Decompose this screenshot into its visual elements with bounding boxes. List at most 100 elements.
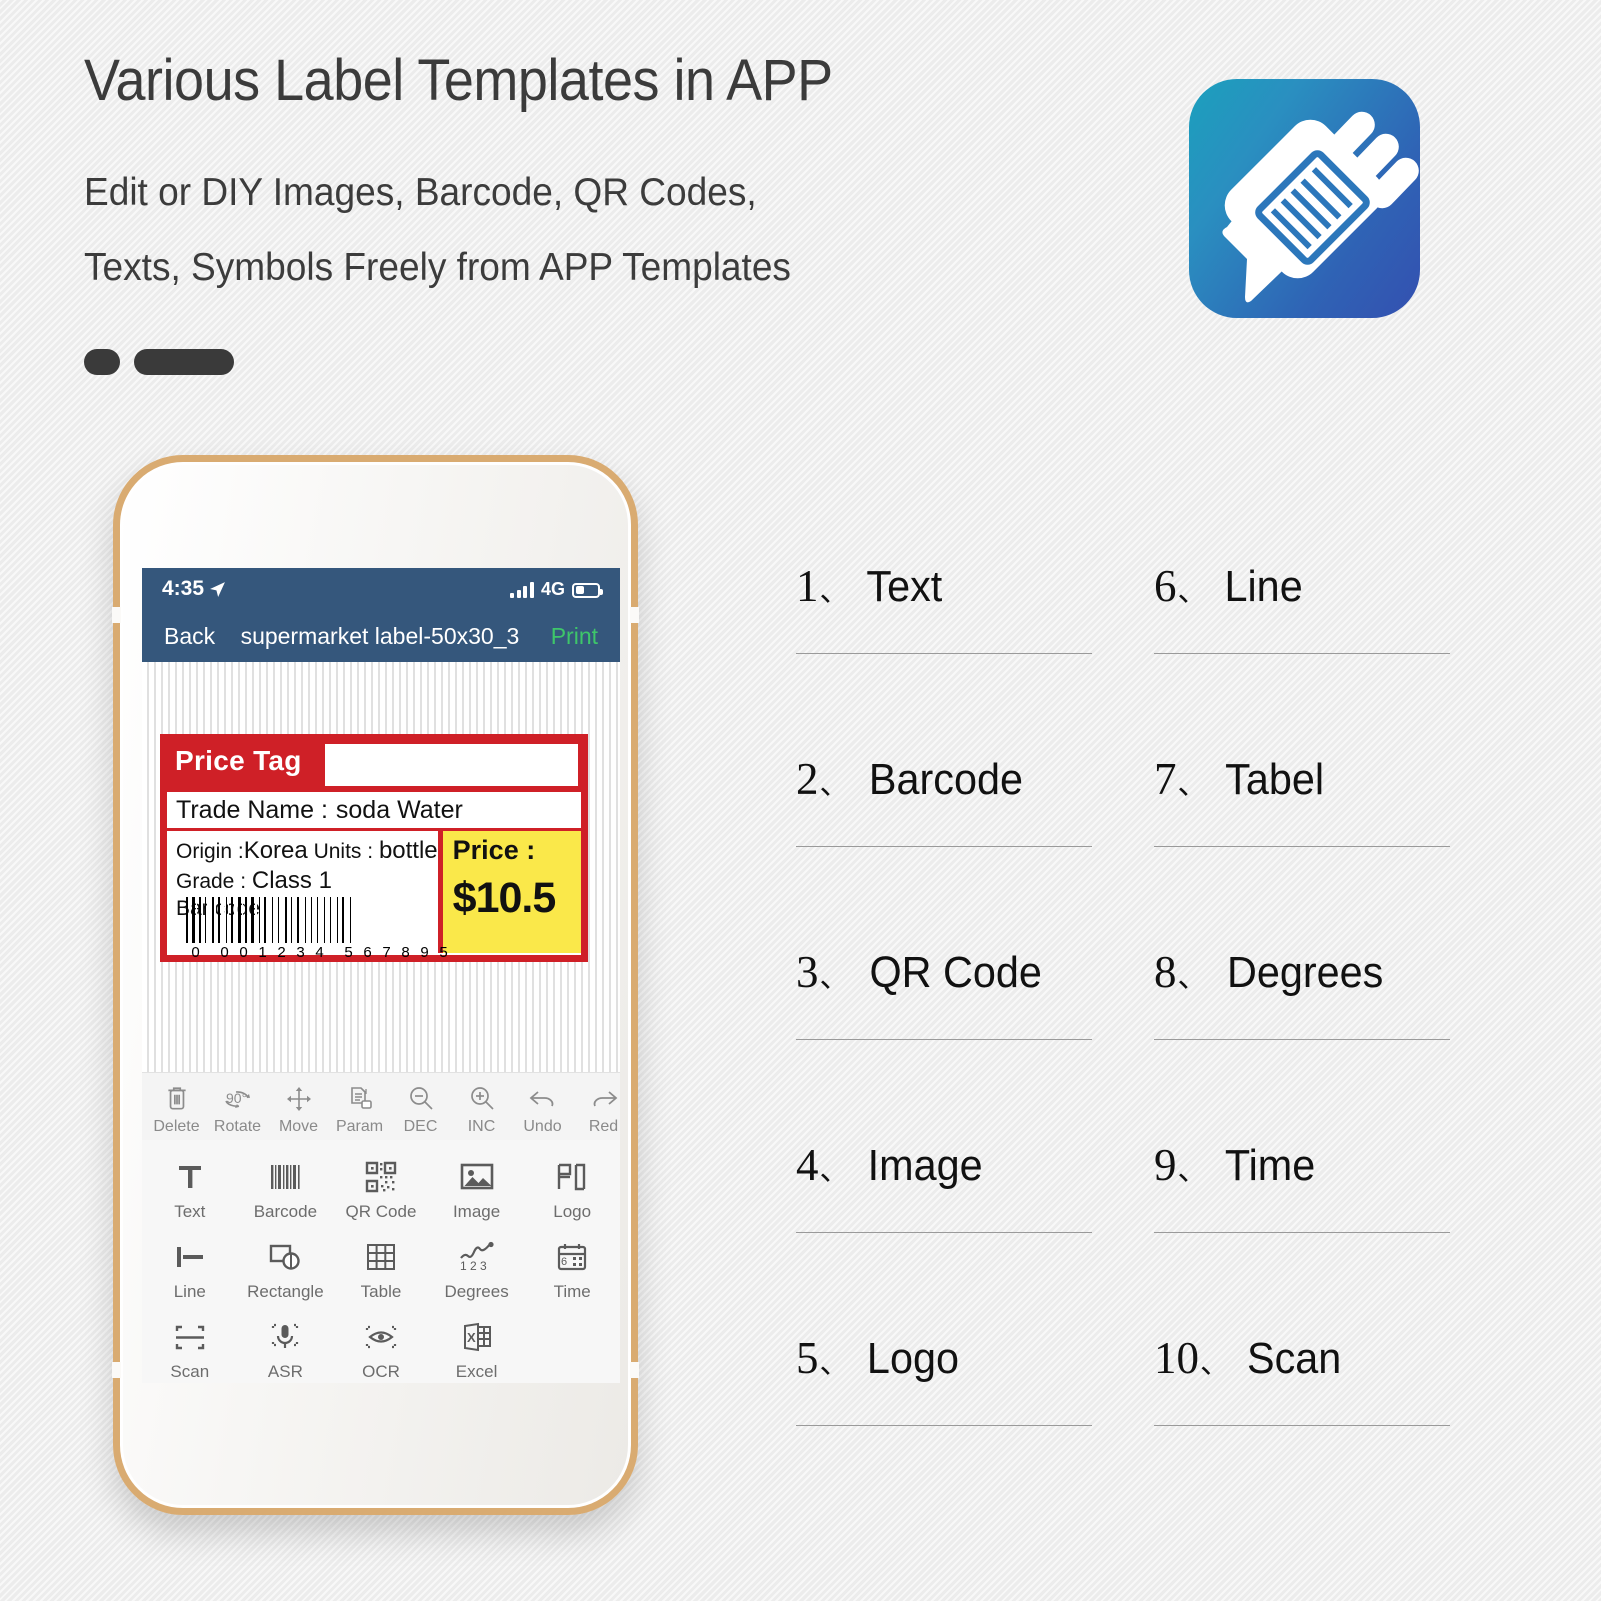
- label-grade-line: Grade : Class 1: [176, 866, 438, 896]
- pagination-dot-small[interactable]: [84, 349, 120, 375]
- label-price-box: Price : $10.5: [437, 831, 581, 953]
- tool-logo[interactable]: Logo: [524, 1150, 620, 1230]
- toolbar-item-inc[interactable]: INC: [451, 1081, 512, 1136]
- toolbar-label: Undo: [523, 1118, 562, 1135]
- back-button[interactable]: Back: [164, 623, 215, 650]
- phone-mockup: 4:35 4G Back supermarket label-50x30_3 P…: [112, 455, 639, 1515]
- feature-label: Line: [1223, 562, 1303, 611]
- feature-number: 1: [796, 561, 819, 611]
- trash-icon: [146, 1081, 207, 1117]
- feature-number: 4: [796, 1140, 819, 1190]
- label-preview[interactable]: Price Tag Trade Name : soda Water Origin…: [160, 734, 588, 962]
- grade-key: Grade :: [176, 870, 247, 894]
- tool-ocr[interactable]: OCR: [333, 1310, 429, 1383]
- tool-rectangle[interactable]: Rectangle: [238, 1230, 334, 1310]
- degrees-123-icon: 1 2 3: [429, 1236, 525, 1278]
- status-bar: 4:35 4G: [142, 568, 620, 610]
- tool-label: Text: [174, 1202, 206, 1221]
- feature-divider: [796, 1425, 1092, 1426]
- feature-list-item: 10、 Scan: [1146, 1312, 1450, 1505]
- microphone-icon: [238, 1316, 334, 1358]
- toolbar-item-redo[interactable]: Red: [573, 1081, 620, 1136]
- toolbar-item-rotate[interactable]: 90° Rotate: [207, 1081, 268, 1136]
- tool-qr-code[interactable]: QR Code: [333, 1150, 429, 1230]
- feature-divider: [1154, 846, 1450, 847]
- feature-number: 2: [796, 754, 819, 804]
- feature-number: 7: [1154, 754, 1177, 804]
- line-icon: [142, 1236, 238, 1278]
- print-button[interactable]: Print: [551, 623, 598, 650]
- feature-separator: 、: [819, 961, 850, 994]
- text-t-icon: [142, 1156, 238, 1198]
- feature-separator: 、: [819, 768, 850, 801]
- tool-table[interactable]: Table: [333, 1230, 429, 1310]
- tool-line[interactable]: Line: [142, 1230, 238, 1310]
- toolbar-label: Delete: [153, 1118, 200, 1135]
- svg-text:X: X: [467, 1330, 476, 1345]
- trade-name-key: Trade Name :: [176, 795, 328, 824]
- toolbar-item-delete[interactable]: Delete: [146, 1081, 207, 1136]
- toolbar-item-move[interactable]: Move: [268, 1081, 329, 1136]
- location-arrow-icon: [210, 581, 225, 597]
- tool-time[interactable]: 6 Time: [524, 1230, 620, 1310]
- tool-scan[interactable]: Scan: [142, 1310, 238, 1383]
- feature-label: Time: [1224, 1141, 1315, 1190]
- tool-barcode[interactable]: Barcode: [238, 1150, 334, 1230]
- tool-excel[interactable]: X Excel: [429, 1310, 525, 1383]
- zoom-in-icon: [451, 1081, 512, 1117]
- feature-divider: [1154, 1232, 1450, 1233]
- tool-label: Line: [173, 1282, 206, 1301]
- pagination-dots[interactable]: [84, 349, 234, 375]
- tool-image[interactable]: Image: [429, 1150, 525, 1230]
- units-key: Units :: [313, 840, 374, 863]
- label-header-row: Price Tag: [167, 741, 581, 789]
- edit-action-toolbar: Delete 90° Rotate Move Param DEC INC Und…: [142, 1072, 620, 1140]
- feature-number: 10: [1154, 1333, 1199, 1383]
- label-trade-name-row: Trade Name : soda Water: [167, 789, 581, 831]
- tool-text[interactable]: Text: [142, 1150, 238, 1230]
- toolbar-label: Move: [278, 1118, 319, 1135]
- pagination-dot-active[interactable]: [134, 349, 234, 375]
- hero-subtitle-line-1: Edit or DIY Images, Barcode, QR Codes,: [84, 171, 757, 214]
- tool-grid-row: Text Barcode QR Code Image Logo: [142, 1150, 620, 1230]
- hero-subtitle: Edit or DIY Images, Barcode, QR Codes, T…: [84, 156, 1129, 306]
- feature-list-item: 8、 Degrees: [1146, 926, 1450, 1119]
- feature-text-row: 4、 Image: [788, 1119, 1090, 1191]
- toolbar-item-dec[interactable]: DEC: [390, 1081, 451, 1136]
- label-origin-units-line: Origin :Korea Units : bottle: [176, 836, 438, 866]
- insert-tool-grid: Text Barcode QR Code Image Logo Line Rec…: [142, 1140, 620, 1383]
- svg-text:1 2 3: 1 2 3: [460, 1259, 487, 1273]
- feature-separator: 、: [1177, 768, 1208, 801]
- label-header-blank-field[interactable]: [325, 744, 578, 786]
- feature-list-item: 4、 Image: [788, 1119, 1092, 1312]
- tool-label: Time: [553, 1282, 591, 1301]
- redo-arrow-icon: [573, 1081, 620, 1117]
- app-nav-bar: Back supermarket label-50x30_3 Print: [142, 610, 620, 662]
- toolbar-item-param[interactable]: Param: [329, 1081, 390, 1136]
- tool-label: Scan: [170, 1362, 210, 1381]
- feature-list-item: 1、 Text: [788, 540, 1092, 733]
- feature-divider: [796, 1039, 1092, 1040]
- phone-screen: 4:35 4G Back supermarket label-50x30_3 P…: [142, 568, 620, 1383]
- barcode-digits: 0 001234 567895: [191, 944, 448, 961]
- barcode-icon: [238, 1156, 334, 1198]
- hero-block: Various Label Templates in APP Edit or D…: [84, 52, 1184, 306]
- toolbar-item-undo[interactable]: Undo: [512, 1081, 573, 1136]
- zoom-out-icon: [390, 1081, 451, 1117]
- label-barcode[interactable]: 0 001234 567895: [186, 897, 453, 961]
- tool-asr[interactable]: ASR: [238, 1310, 334, 1383]
- tool-grid-row: Line Rectangle Table 1 2 3 Degrees 6 Tim…: [142, 1230, 620, 1310]
- label-details: Origin :Korea Units : bottle Grade : Cla…: [167, 831, 448, 961]
- toolbar-label: Param: [335, 1118, 384, 1135]
- feature-label: Image: [867, 1141, 983, 1190]
- image-picture-icon: [429, 1156, 525, 1198]
- scan-frame-icon: [142, 1316, 238, 1358]
- feature-divider: [1154, 1039, 1450, 1040]
- nav-title: supermarket label-50x30_3: [240, 622, 520, 649]
- tool-label: OCR: [362, 1362, 400, 1381]
- tool-degrees[interactable]: 1 2 3 Degrees: [429, 1230, 525, 1310]
- tool-grid-row: Scan ASR OCR X Excel: [142, 1310, 620, 1383]
- move-arrows-icon: [268, 1081, 329, 1117]
- tool-label: ASR: [267, 1362, 303, 1381]
- label-canvas[interactable]: Price Tag Trade Name : soda Water Origin…: [142, 662, 620, 1072]
